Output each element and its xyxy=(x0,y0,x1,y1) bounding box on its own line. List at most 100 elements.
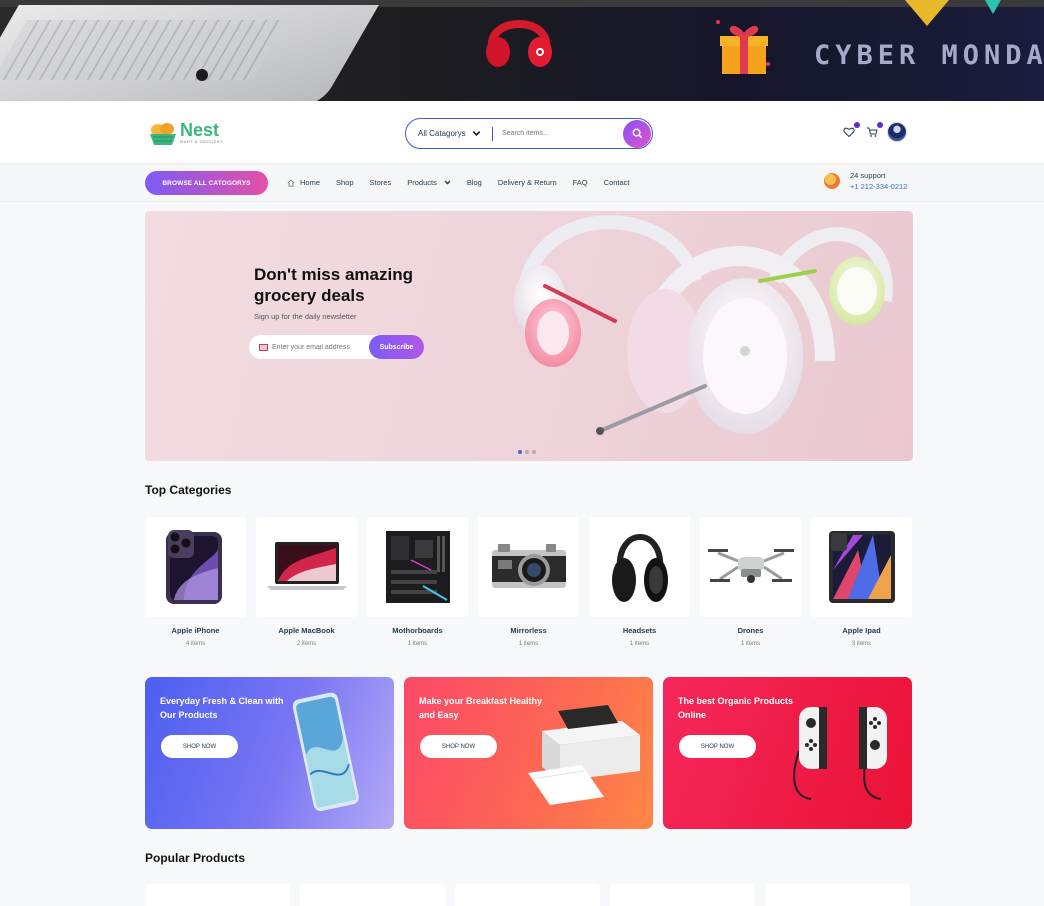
support-phone[interactable]: +1 212-334-0212 xyxy=(850,182,907,191)
home-icon xyxy=(287,179,295,187)
gift-icon xyxy=(716,20,770,74)
nav-item-products[interactable]: Products xyxy=(407,178,451,187)
category-count: 3 items xyxy=(851,641,872,647)
subscribe-button[interactable]: Subscribe xyxy=(369,335,424,359)
top-categories-title: Top Categories xyxy=(145,483,232,497)
promo-banner-text: CYBER MONDAY S xyxy=(814,40,1044,71)
product-card[interactable] xyxy=(145,884,290,906)
hero-carousel-dots xyxy=(518,450,539,454)
category-card[interactable]: Drones 1 items xyxy=(700,517,801,647)
promo-card-title: Everyday Fresh & Clean with Our Products xyxy=(160,696,284,720)
category-count: 1 items xyxy=(407,641,428,647)
red-headphone-image xyxy=(486,20,552,67)
newsletter-email-input[interactable] xyxy=(272,343,369,351)
logo-basket-icon xyxy=(150,123,176,145)
promo-cards: Everyday Fresh & Clean with Our Products… xyxy=(145,677,922,829)
search-button[interactable] xyxy=(623,119,651,148)
cart-icon xyxy=(867,127,878,137)
nav-item-label: Shop xyxy=(336,178,354,187)
product-card[interactable] xyxy=(610,884,755,906)
category-card[interactable]: Mirrorless 1 items xyxy=(478,517,579,647)
nav-item-stores[interactable]: Stores xyxy=(370,178,392,187)
confetti-shape xyxy=(905,0,949,26)
site-logo[interactable]: Nest MART & GROCERY xyxy=(148,120,223,146)
search-input[interactable] xyxy=(493,119,623,148)
category-name: Apple iPhone xyxy=(171,626,220,635)
category-count: 1 items xyxy=(518,641,539,647)
trackpoint-image xyxy=(196,69,208,81)
shop-now-button[interactable]: SHOP NOW xyxy=(420,735,497,758)
site-header: Nest MART & GROCERY All Catagorys xyxy=(0,101,1044,164)
cart-button[interactable] xyxy=(866,122,883,139)
support-title: 24 support xyxy=(850,171,886,180)
printer-product-image xyxy=(528,705,640,805)
category-list: Apple iPhone 4 items Apple MacBook 2 ite… xyxy=(145,517,922,647)
support-icon xyxy=(824,173,840,189)
category-select[interactable]: All Catagorys xyxy=(406,129,492,138)
search-bar: All Catagorys xyxy=(405,118,653,149)
wishlist-button[interactable] xyxy=(843,122,860,139)
search-icon xyxy=(632,128,642,139)
category-card[interactable]: Headsets 1 items xyxy=(589,517,690,647)
wishlist-badge xyxy=(854,122,860,128)
product-card[interactable] xyxy=(300,884,445,906)
category-count: 1 items xyxy=(629,641,650,647)
promo-card[interactable]: The best Organic Products Online SHOP NO… xyxy=(663,677,912,829)
nav-item-label: Delivery & Return xyxy=(497,178,557,187)
category-card[interactable]: Apple iPhone 4 items xyxy=(145,517,246,647)
headsets-hero-image xyxy=(514,215,893,435)
popular-products-title: Popular Products xyxy=(145,851,246,865)
shop-now-button[interactable]: SHOP NOW xyxy=(161,735,238,758)
nav-menu: Home Shop Stores Products Blog Delivery … xyxy=(287,178,646,187)
carousel-dot[interactable] xyxy=(532,450,536,454)
iphone-icon xyxy=(165,530,222,604)
motherboard-icon xyxy=(385,531,450,603)
carousel-dot[interactable] xyxy=(525,450,529,454)
category-card[interactable]: Apple MacBook 2 items xyxy=(256,517,357,647)
macbook-icon xyxy=(266,542,347,590)
confetti-shape xyxy=(985,0,1001,14)
nav-item-label: Home xyxy=(300,178,321,187)
category-count: 4 items xyxy=(185,641,206,647)
category-name: Drones xyxy=(737,626,764,635)
logo-tagline: MART & GROCERY xyxy=(180,139,224,144)
mail-icon xyxy=(259,343,268,351)
chevron-down-icon xyxy=(444,180,451,185)
carousel-dot[interactable] xyxy=(518,450,522,454)
newsletter-form: Subscribe xyxy=(249,335,424,359)
promo-card[interactable]: Everyday Fresh & Clean with Our Products… xyxy=(145,677,394,829)
browse-categories-button[interactable]: BROWSE ALL CATOGORYS xyxy=(145,171,268,195)
nav-item-home[interactable]: Home xyxy=(287,178,320,187)
user-avatar[interactable] xyxy=(887,122,907,142)
cart-badge xyxy=(877,122,883,128)
nav-item-label: FAQ xyxy=(572,178,588,187)
support-contact[interactable]: 24 support +1 212-334-0212 xyxy=(824,171,907,191)
category-card[interactable]: Apple Ipad 3 items xyxy=(811,517,912,647)
chevron-down-icon xyxy=(472,131,480,136)
category-name: Apple MacBook xyxy=(278,626,335,635)
camera-icon xyxy=(491,544,566,588)
hero-subtitle: Sign up for the daily newsletter xyxy=(254,312,357,321)
heart-icon xyxy=(843,127,855,138)
drone-icon xyxy=(707,549,794,583)
product-card[interactable] xyxy=(455,884,600,906)
shop-now-button[interactable]: SHOP NOW xyxy=(679,735,756,758)
nav-item-faq[interactable]: FAQ xyxy=(573,178,588,187)
nav-item-blog[interactable]: Blog xyxy=(467,178,482,187)
nav-item-delivery[interactable]: Delivery & Return xyxy=(498,178,557,187)
phone-product-image xyxy=(292,692,359,812)
promo-card[interactable]: Make your Breakfast Healthy and Easy SHO… xyxy=(404,677,653,829)
promo-banner[interactable]: CYBER MONDAY S xyxy=(0,0,1044,101)
nav-item-shop[interactable]: Shop xyxy=(336,178,354,187)
hero-title: Don't miss amazing grocery deals xyxy=(254,265,413,305)
category-name: Apple Ipad xyxy=(842,626,881,635)
nav-item-label: Products xyxy=(407,178,437,187)
keyboard-image xyxy=(0,20,288,80)
category-count: 2 items xyxy=(296,641,317,647)
category-card[interactable]: Mothorboards 1 items xyxy=(367,517,468,647)
nav-item-label: Stores xyxy=(369,178,392,187)
headset-icon xyxy=(611,534,668,602)
popular-products-list xyxy=(145,884,920,906)
product-card[interactable] xyxy=(765,884,910,906)
nav-item-contact[interactable]: Contact xyxy=(604,178,630,187)
